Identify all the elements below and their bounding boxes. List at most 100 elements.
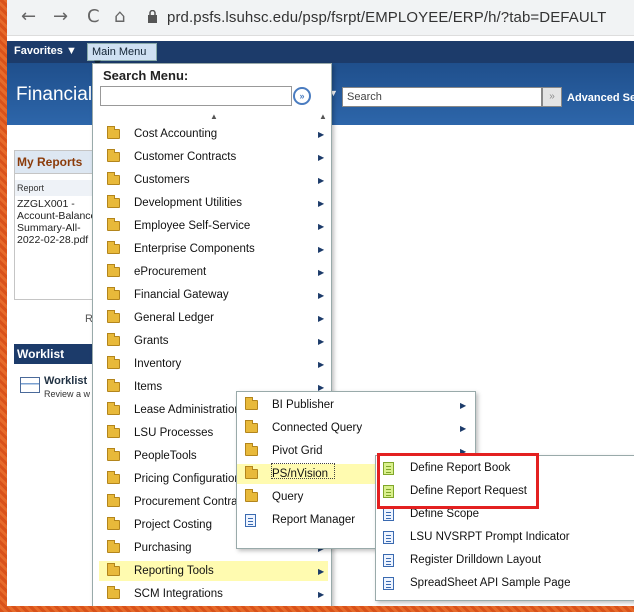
- main-menu-item[interactable]: Enterprise Components ▶: [99, 239, 328, 259]
- reporting-tools-item-label: Report Manager: [272, 514, 356, 526]
- main-menu-item[interactable]: Grants ▶: [99, 331, 328, 351]
- main-menu-item[interactable]: SCM Integrations ▶: [99, 584, 328, 604]
- main-menu-item[interactable]: Reporting Tools ▶: [99, 561, 328, 581]
- reporting-tools-item-label: Connected Query: [272, 422, 363, 434]
- main-menu-item-label: General Ledger: [134, 312, 214, 324]
- main-menu-item-label: Reporting Tools: [134, 565, 214, 577]
- main-menu-item-label: Customers: [134, 174, 190, 186]
- main-menu-item-label: LSU Processes: [134, 427, 214, 439]
- search-menu-go-button[interactable]: »: [293, 87, 311, 105]
- page-title: Financials: [16, 84, 102, 105]
- main-menu-item-label: Development Utilities: [134, 197, 243, 209]
- main-menu-item-label: Customer Contracts: [134, 151, 237, 163]
- main-menu-item-label: Items: [134, 381, 163, 393]
- submenu-arrow-icon: ▶: [318, 199, 325, 208]
- folder-icon: [107, 241, 120, 254]
- home-icon[interactable]: ⌂: [114, 6, 125, 27]
- main-menu-item-label: Project Costing: [134, 519, 212, 531]
- main-menu-item[interactable]: Employee Self-Service ▶: [99, 216, 328, 236]
- url-bar[interactable]: prd.psfs.lsuhsc.edu/psp/fsrpt/EMPLOYEE/E…: [167, 9, 606, 26]
- worklist-icon[interactable]: [20, 377, 40, 393]
- callout-highlight-box: [377, 453, 539, 509]
- main-menu-item-label: Financial Gateway: [134, 289, 229, 301]
- page-icon: [245, 513, 256, 527]
- folder-icon: [245, 466, 258, 479]
- main-menu-item-label: Inventory: [134, 358, 182, 370]
- search-menu-input[interactable]: [100, 86, 292, 106]
- folder-icon: [107, 333, 120, 346]
- submenu-arrow-icon: ▶: [318, 291, 325, 300]
- main-menu-item-label: Enterprise Components: [134, 243, 255, 255]
- folder-icon: [107, 563, 120, 576]
- main-menu-item[interactable]: Inventory ▶: [99, 354, 328, 374]
- folder-icon: [245, 420, 258, 433]
- submenu-arrow-icon: ▶: [318, 567, 325, 576]
- page-icon: [383, 576, 394, 590]
- folder-icon: [107, 379, 120, 392]
- main-menu-item-label: Procurement Contracts: [134, 496, 253, 508]
- search-menu-label: Search Menu:: [103, 68, 189, 83]
- submenu-arrow-icon: ▶: [460, 401, 467, 410]
- submenu-arrow-icon: ▶: [318, 176, 325, 185]
- folder-icon: [245, 443, 258, 456]
- header-search-input[interactable]: Search: [342, 87, 542, 107]
- folder-icon: [107, 402, 120, 415]
- submenu-arrow-icon: ▶: [318, 222, 325, 231]
- main-menu-item-label: Cost Accounting: [134, 128, 218, 140]
- psnvision-item[interactable]: LSU NVSRPT Prompt Indicator: [377, 527, 634, 547]
- folder-icon: [107, 586, 120, 599]
- psnvision-item-label: Define Scope: [410, 508, 480, 520]
- folder-icon: [245, 489, 258, 502]
- main-menu-item-label: Lease Administration: [134, 404, 241, 416]
- submenu-arrow-icon: ▶: [460, 424, 467, 433]
- folder-icon: [107, 356, 120, 369]
- folder-icon: [107, 471, 120, 484]
- submenu-arrow-icon: ▶: [318, 337, 325, 346]
- folder-icon: [107, 540, 120, 553]
- forward-icon[interactable]: →: [53, 6, 68, 27]
- advanced-search-link[interactable]: Advanced Sear: [567, 92, 634, 104]
- back-icon[interactable]: ←: [21, 6, 36, 27]
- focus-outline: [271, 463, 335, 479]
- submenu-arrow-icon: ▶: [318, 130, 325, 139]
- header-search-go-button[interactable]: »: [542, 87, 562, 107]
- psnvision-item[interactable]: Register Drilldown Layout: [377, 550, 634, 570]
- main-menu-button[interactable]: Main Menu ▼: [87, 43, 157, 70]
- folder-icon: [107, 310, 120, 323]
- reporting-tools-item[interactable]: Connected Query ▶: [237, 418, 475, 438]
- main-menu-item[interactable]: Customer Contracts ▶: [99, 147, 328, 167]
- submenu-arrow-icon: ▶: [318, 245, 325, 254]
- main-menu-item[interactable]: General Ledger ▶: [99, 308, 328, 328]
- main-menu-item[interactable]: Financial Gateway ▶: [99, 285, 328, 305]
- folder-icon: [107, 218, 120, 231]
- submenu-arrow-icon: ▶: [318, 590, 325, 599]
- main-menu-item-label: Grants: [134, 335, 169, 347]
- reload-icon[interactable]: C: [87, 6, 100, 27]
- main-menu-item[interactable]: Customers ▶: [99, 170, 328, 190]
- reporting-tools-item-label: Pivot Grid: [272, 445, 323, 457]
- main-menu-item-label: Employee Self-Service: [134, 220, 251, 232]
- page-icon: [383, 507, 394, 521]
- psnvision-item[interactable]: SpreadSheet API Sample Page: [377, 573, 634, 593]
- scroll-up-small-icon[interactable]: ▲: [319, 112, 327, 121]
- submenu-arrow-icon: ▶: [318, 314, 325, 323]
- submenu-arrow-icon: ▶: [318, 360, 325, 369]
- folder-icon: [107, 149, 120, 162]
- main-menu-item-label: SCM Integrations: [134, 588, 223, 600]
- folder-icon: [107, 287, 120, 300]
- main-menu-item[interactable]: Development Utilities ▶: [99, 193, 328, 213]
- reporting-tools-item-label: BI Publisher: [272, 399, 335, 411]
- main-menu-item-label: PeopleTools: [134, 450, 197, 462]
- reporting-tools-item[interactable]: BI Publisher ▶: [237, 395, 475, 415]
- folder-icon: [107, 448, 120, 461]
- page-icon: [383, 530, 394, 544]
- page-icon: [383, 553, 394, 567]
- submenu-arrow-icon: ▶: [318, 268, 325, 277]
- folder-icon: [107, 517, 120, 530]
- favorites-menu[interactable]: Favorites ▼: [14, 45, 77, 57]
- reporting-tools-item-label: Query: [272, 491, 304, 503]
- worklist-link[interactable]: Worklist: [44, 375, 87, 387]
- main-menu-item[interactable]: eProcurement ▶: [99, 262, 328, 282]
- scroll-up-icon[interactable]: ▲: [210, 112, 218, 121]
- main-menu-item[interactable]: Cost Accounting ▶: [99, 124, 328, 144]
